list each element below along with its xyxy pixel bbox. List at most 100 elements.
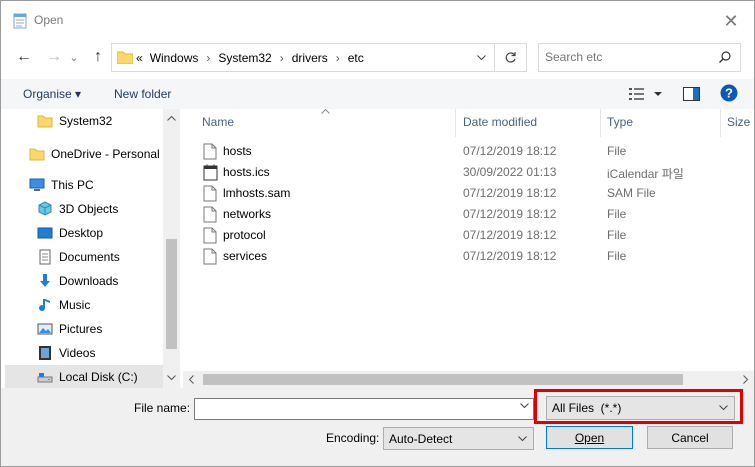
- file-icon: [203, 248, 217, 265]
- file-row-services[interactable]: services 07/12/2019 18:12 File: [183, 246, 754, 267]
- file-type: iCalendar 파일: [607, 167, 684, 181]
- nav-item-local-disk[interactable]: Local Disk (C:): [5, 365, 167, 389]
- nav-item-this-pc[interactable]: This PC: [29, 173, 94, 197]
- scroll-down-icon[interactable]: [167, 375, 176, 381]
- back-button[interactable]: ←: [13, 45, 35, 69]
- nav-item-music[interactable]: Music: [37, 293, 90, 317]
- preview-pane-icon[interactable]: [683, 87, 700, 101]
- scrollbar-thumb[interactable]: [166, 239, 177, 349]
- breadcrumb-drivers[interactable]: drivers: [292, 51, 328, 65]
- documents-icon: [39, 249, 51, 265]
- nav-item-3d-objects[interactable]: 3D Objects: [37, 197, 118, 221]
- horizontal-scrollbar[interactable]: [183, 371, 754, 388]
- nav-item-videos[interactable]: Videos: [37, 341, 95, 365]
- 3d-objects-icon: [38, 201, 52, 216]
- file-type: SAM File: [607, 186, 656, 200]
- file-row-protocol[interactable]: protocol 07/12/2019 18:12 File: [183, 225, 754, 246]
- file-row-hosts-ics[interactable]: hosts.ics 30/09/2022 01:13 iCalendar 파일: [183, 162, 754, 183]
- title-bar: Open ✕: [1, 1, 754, 41]
- encoding-select[interactable]: Auto-Detect: [383, 427, 534, 450]
- column-divider[interactable]: [600, 109, 601, 137]
- nav-item-documents[interactable]: Documents: [37, 245, 120, 269]
- organise-button[interactable]: Organise ▾: [23, 87, 81, 101]
- up-button[interactable]: ↑: [87, 45, 109, 69]
- nav-item-pictures[interactable]: Pictures: [37, 317, 102, 341]
- forward-button[interactable]: →: [43, 45, 65, 69]
- pc-icon: [29, 178, 45, 191]
- navigation-scrollbar[interactable]: [163, 109, 180, 388]
- navigation-pane: System32 OneDrive - Personal This PC 3D …: [1, 109, 181, 389]
- breadcrumb-separator[interactable]: ›: [328, 51, 348, 65]
- scroll-right-icon[interactable]: [743, 375, 749, 384]
- refresh-icon: [505, 52, 516, 63]
- nav-item-label: Music: [59, 298, 91, 312]
- file-date: 07/12/2019 18:12: [463, 144, 557, 158]
- open-button[interactable]: Open: [546, 426, 633, 449]
- search-icon: [719, 51, 731, 63]
- breadcrumb-separator[interactable]: ›: [272, 51, 292, 65]
- cancel-button[interactable]: Cancel: [647, 426, 733, 449]
- scroll-left-icon[interactable]: [188, 375, 194, 384]
- notepad-icon: [13, 13, 27, 29]
- search-box[interactable]: [538, 43, 741, 72]
- breadcrumb-separator[interactable]: ›: [198, 51, 218, 65]
- nav-item-label: OneDrive - Personal: [51, 147, 160, 161]
- nav-item-label: Desktop: [59, 226, 104, 240]
- file-row-hosts[interactable]: hosts 07/12/2019 18:12 File: [183, 141, 754, 162]
- breadcrumb-etc[interactable]: etc: [348, 51, 364, 65]
- column-header-name[interactable]: Name: [202, 115, 234, 129]
- nav-item-label: Downloads: [59, 274, 119, 288]
- search-input[interactable]: [545, 50, 705, 64]
- file-name: lmhosts.sam: [223, 186, 291, 200]
- nav-item-label: Local Disk (C:): [59, 370, 138, 384]
- view-options-icon[interactable]: [629, 87, 665, 101]
- cancel-button-label: Cancel: [671, 430, 709, 445]
- downloads-icon: [40, 274, 50, 287]
- column-divider[interactable]: [455, 109, 456, 137]
- column-header-date[interactable]: Date modified: [463, 115, 537, 129]
- file-name: networks: [223, 207, 272, 221]
- open-button-label: Open: [574, 430, 605, 445]
- nav-item-label: This PC: [51, 178, 94, 192]
- nav-item-system32[interactable]: System32: [37, 109, 112, 133]
- file-name: hosts.ics: [223, 165, 270, 179]
- breadcrumb-overflow[interactable]: «: [136, 51, 150, 65]
- file-icon: [203, 227, 217, 244]
- nav-item-downloads[interactable]: Downloads: [37, 269, 118, 293]
- file-list: Name Date modified Type Size hosts 07/12…: [183, 109, 754, 371]
- breadcrumb: « Windows › System32 › drivers › etc: [136, 51, 364, 65]
- file-name-field[interactable]: [194, 398, 534, 420]
- file-name-label: File name:: [134, 401, 191, 415]
- videos-icon: [39, 346, 51, 360]
- file-type: File: [607, 144, 627, 158]
- file-type: File: [607, 207, 627, 221]
- scroll-up-icon[interactable]: [167, 115, 176, 121]
- file-row-lmhosts-sam[interactable]: lmhosts.sam 07/12/2019 18:12 SAM File: [183, 183, 754, 204]
- encoding-value: Auto-Detect: [389, 432, 453, 446]
- arrow-up-icon: ↑: [94, 48, 102, 65]
- file-row-networks[interactable]: networks 07/12/2019 18:12 File: [183, 204, 754, 225]
- column-header-size[interactable]: Size: [727, 115, 750, 129]
- nav-item-onedrive[interactable]: OneDrive - Personal: [29, 142, 160, 166]
- new-folder-button[interactable]: New folder: [114, 87, 171, 101]
- nav-item-desktop[interactable]: Desktop: [37, 221, 103, 245]
- breadcrumb-system32[interactable]: System32: [218, 51, 271, 65]
- nav-item-label: System32: [59, 114, 113, 128]
- chevron-down-icon[interactable]: [520, 403, 529, 409]
- highlight-annotation: [534, 389, 743, 424]
- recent-locations-button[interactable]: ⌄: [67, 45, 81, 69]
- breadcrumb-windows[interactable]: Windows: [150, 51, 199, 65]
- scrollbar-thumb[interactable]: [203, 374, 683, 385]
- chevron-down-icon: ⌄: [69, 51, 79, 64]
- column-header-type[interactable]: Type: [607, 115, 633, 129]
- refresh-button[interactable]: [494, 44, 526, 71]
- folder-icon: [37, 115, 53, 128]
- column-divider[interactable]: [720, 109, 721, 137]
- help-icon[interactable]: ?: [720, 84, 738, 102]
- file-date: 07/12/2019 18:12: [463, 186, 557, 200]
- address-bar[interactable]: « Windows › System32 › drivers › etc: [111, 43, 527, 72]
- address-dropdown-button[interactable]: [470, 44, 492, 71]
- nav-item-label: 3D Objects: [59, 202, 119, 216]
- close-button[interactable]: ✕: [708, 1, 754, 41]
- pictures-icon: [37, 323, 53, 335]
